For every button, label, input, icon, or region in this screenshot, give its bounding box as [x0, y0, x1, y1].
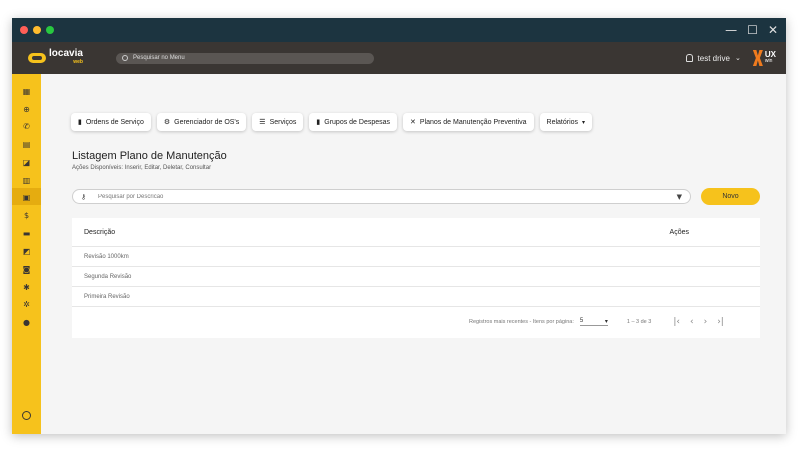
data-table: Descrição Ações Revisão 1000km Segunda R…: [72, 218, 760, 338]
maximize-dot[interactable]: [46, 26, 54, 34]
reports-icon[interactable]: ▣: [22, 193, 31, 202]
close-icon[interactable]: ✕: [768, 23, 778, 37]
top-bar: locavia web Pesquisar no Menu test drive…: [12, 42, 786, 74]
chevron-down-icon: ▾: [582, 118, 586, 126]
search-icon: [122, 55, 128, 61]
settings-icon[interactable]: ✱: [22, 283, 31, 292]
gear-icon: ⚙: [163, 118, 171, 126]
clipboard-icon[interactable]: ▥: [22, 176, 31, 185]
cell-descricao: Revisão 1000km: [84, 253, 129, 260]
table-row[interactable]: Primeira Revisão: [72, 287, 760, 307]
minimize-icon[interactable]: —: [725, 23, 737, 37]
novo-button[interactable]: Novo: [701, 188, 760, 205]
search-input[interactable]: [98, 193, 658, 200]
logo-text: locavia web: [49, 48, 83, 66]
money-icon[interactable]: $: [22, 211, 31, 220]
title-bar: — ☐ ✕: [12, 18, 786, 42]
car-front-icon[interactable]: ◙: [22, 265, 31, 274]
cell-descricao: Primeira Revisão: [84, 293, 130, 300]
locavia-logo[interactable]: locavia web: [28, 49, 104, 67]
window-controls: — ☐ ✕: [725, 23, 778, 37]
uxwin-x-icon: [752, 50, 763, 66]
add-circle-icon[interactable]: ⊕: [22, 105, 31, 114]
tab-planos-manutencao[interactable]: ✕ Planos de Manutenção Preventiva: [403, 113, 534, 131]
tab-ordens-servico[interactable]: ▮ Ordens de Serviço: [71, 113, 151, 131]
module-tabs: ▮ Ordens de Serviço ⚙ Gerenciador de OS'…: [71, 113, 593, 131]
next-page-icon[interactable]: ›: [704, 317, 708, 327]
minimize-dot[interactable]: [33, 26, 41, 34]
table-header: Descrição Ações: [72, 218, 760, 247]
asterisk-icon[interactable]: ✲: [22, 300, 31, 309]
dropdown-arrow-icon: ▾: [604, 319, 608, 325]
page-size-select[interactable]: 5 ▾: [579, 318, 608, 326]
user-menu[interactable]: test drive ⌄: [685, 53, 741, 63]
app-window: — ☐ ✕ locavia web Pesquisar no Menu test…: [12, 18, 786, 434]
column-header-acoes: Ações: [669, 228, 689, 236]
cell-descricao: Segunda Revisão: [84, 273, 132, 280]
phone-icon[interactable]: ✆: [22, 122, 31, 131]
previous-page-icon[interactable]: ‹: [690, 317, 694, 327]
uxwin-logo: UX win: [752, 50, 776, 66]
items-per-page-label: Registros mais recentes - Itens por pági…: [469, 319, 574, 325]
menu-search-input[interactable]: Pesquisar no Menu: [116, 52, 374, 64]
tab-relatorios[interactable]: Relatórios ▾: [539, 113, 593, 131]
maximize-icon[interactable]: ☐: [747, 23, 758, 37]
search-bar: ⚷ ▼: [72, 189, 691, 204]
document-icon: ▮: [78, 118, 82, 126]
tab-gerenciador-os[interactable]: ⚙ Gerenciador de OS's: [156, 113, 247, 131]
chevron-down-icon: ⌄: [735, 54, 741, 62]
table-paginator: Registros mais recentes - Itens por pági…: [72, 307, 760, 337]
car-icon[interactable]: ◪: [22, 158, 31, 167]
main-content: ▮ Ordens de Serviço ⚙ Gerenciador de OS'…: [41, 74, 786, 434]
sidebar: ▦ ⊕ ✆ ▤ ◪ ▥ ▣ $ ▬ ◩ ◙ ✱ ✲ ●: [12, 74, 41, 434]
user-icon: [685, 54, 693, 62]
key-icon: ⚷: [81, 192, 87, 201]
first-page-icon[interactable]: |‹: [673, 317, 680, 327]
column-header-descricao[interactable]: Descrição: [84, 229, 115, 236]
file-money-icon: ▮: [316, 118, 321, 126]
tab-grupos-despesas[interactable]: ▮ Grupos de Despesas: [309, 113, 398, 131]
page-range: 1 – 3 de 3: [626, 319, 652, 325]
document-icon[interactable]: ▤: [22, 140, 31, 149]
menu-search-placeholder: Pesquisar no Menu: [133, 55, 185, 61]
info-icon[interactable]: ●: [22, 318, 31, 327]
pager-controls: |‹ ‹ › ›|: [673, 317, 724, 327]
table-row[interactable]: Revisão 1000km: [72, 247, 760, 267]
last-page-icon[interactable]: ›|: [717, 317, 724, 327]
list-icon: ☰: [259, 118, 266, 126]
tab-servicos[interactable]: ☰ Serviços: [252, 113, 304, 131]
truck-icon[interactable]: ▬: [22, 229, 31, 238]
close-dot[interactable]: [20, 26, 28, 34]
brand-win: win: [764, 58, 773, 64]
report-icon[interactable]: ▦: [22, 87, 31, 96]
logo-mark-icon: [28, 53, 46, 63]
page-subtitle: Ações Disponíveis: Inserir, Editar, Dele…: [72, 165, 212, 171]
car-wash-icon[interactable]: ◩: [22, 247, 31, 256]
user-name: test drive: [697, 53, 730, 63]
whatsapp-icon[interactable]: [22, 411, 31, 420]
filter-icon[interactable]: ▼: [677, 193, 682, 201]
table-row[interactable]: Segunda Revisão: [72, 267, 760, 287]
tools-icon: ✕: [410, 118, 416, 126]
page-title: Listagem Plano de Manutenção: [72, 150, 227, 162]
